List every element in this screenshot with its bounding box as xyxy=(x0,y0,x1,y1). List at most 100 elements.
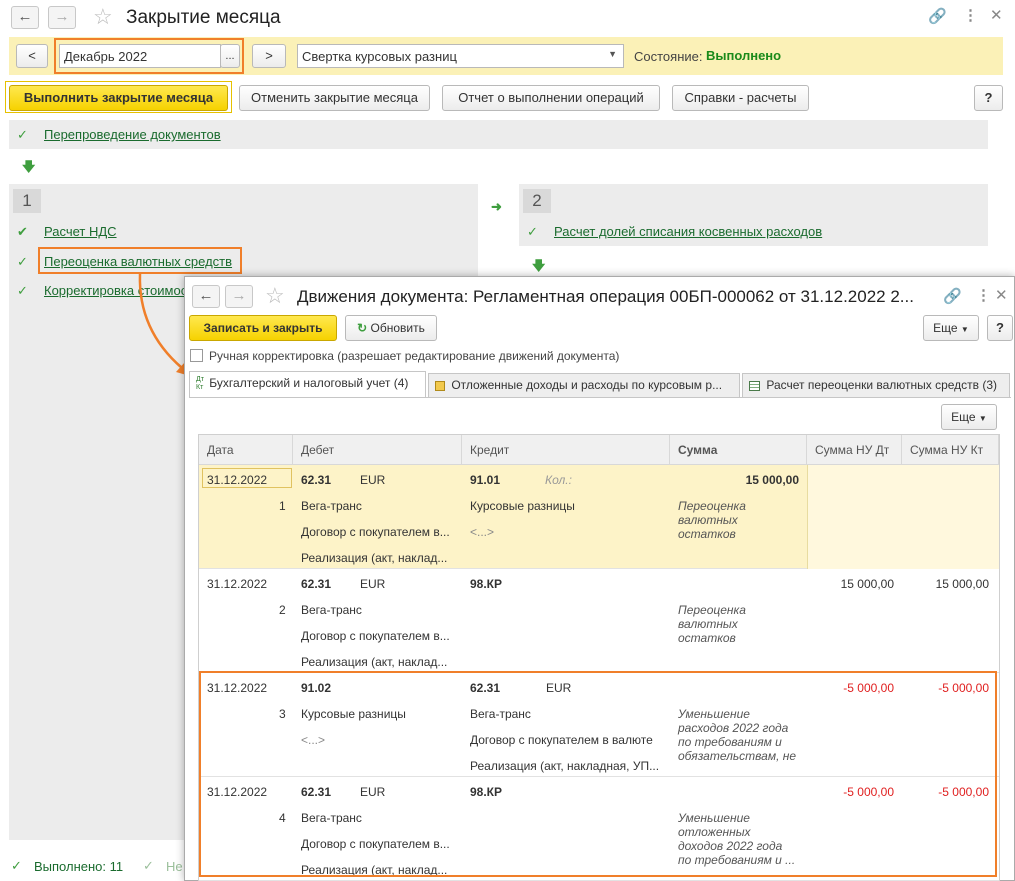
rows-highlight xyxy=(199,671,997,877)
footer-other: Не xyxy=(166,859,183,874)
step-indirect-costs-link[interactable]: Расчет долей списания косвенных расходов xyxy=(554,224,822,239)
manual-edit-label: Ручная корректировка (разрешает редактир… xyxy=(209,349,620,363)
status-label: Состояние: xyxy=(634,49,703,64)
col-credit[interactable]: Кредит xyxy=(462,435,670,465)
dt-kt-icon: Дт Кт xyxy=(196,375,204,391)
tab-revaluation-label: Расчет переоценки валютных средств (3) xyxy=(766,378,998,392)
dt-sub: Реализация (акт, наклад... xyxy=(301,551,448,565)
col-debit[interactable]: Дебет xyxy=(293,435,462,465)
row-date: 31.12.2022 xyxy=(207,577,268,591)
check-icon: ✓ xyxy=(143,858,154,873)
table-icon xyxy=(749,380,760,391)
col-date[interactable]: Дата xyxy=(199,435,293,465)
tab-accounting-label: Бухгалтерский и налоговый учет (4) xyxy=(209,376,409,390)
forward-button[interactable]: → xyxy=(48,6,76,29)
check-icon: ✓ xyxy=(11,858,22,873)
kt-sub: Курсовые разницы xyxy=(470,499,575,513)
report-button[interactable]: Отчет о выполнении операций xyxy=(442,85,660,111)
close-icon[interactable]: ✕ xyxy=(995,286,1008,304)
step-revaluation-link[interactable]: Переоценка валютных средств xyxy=(44,254,232,269)
period-input[interactable]: Декабрь 2022 xyxy=(59,44,221,68)
more-vertical-icon[interactable]: ⋮ xyxy=(976,286,991,304)
col-nu-kt[interactable]: Сумма НУ Кт xyxy=(902,435,999,465)
kt-qty: Кол.: xyxy=(545,473,572,487)
dialog-help-button[interactable]: ? xyxy=(987,315,1013,341)
document-movements-dialog: ← → ☆ Движения документа: Регламентная о… xyxy=(184,276,1015,881)
back-button[interactable]: ← xyxy=(11,6,39,29)
row-num: 1 xyxy=(279,499,286,513)
row-date: 31.12.2022 xyxy=(207,473,268,487)
cancel-closing-button[interactable]: Отменить закрытие месяца xyxy=(239,85,430,111)
col-nu-dt[interactable]: Сумма НУ Дт xyxy=(807,435,902,465)
dialog-title: Движения документа: Регламентная операци… xyxy=(297,287,914,306)
run-closing-button[interactable]: Выполнить закрытие месяца xyxy=(9,85,228,111)
table-row[interactable]: 31.12.2022 2 62.31 EUR Вега-транс Догово… xyxy=(199,569,999,673)
period-select-button[interactable]: ... xyxy=(220,44,240,68)
status-value: Выполнено xyxy=(706,48,782,63)
window-title: Закрытие месяца xyxy=(126,7,281,28)
more-vertical-icon[interactable]: ⋮ xyxy=(963,6,978,24)
check-icon: ✔ xyxy=(17,224,28,239)
dt-currency: EUR xyxy=(360,473,386,487)
save-close-button[interactable]: Записать и закрыть xyxy=(189,315,337,341)
operation-value: Свертка курсовых разниц xyxy=(302,49,457,64)
arrow-left-icon: ← xyxy=(17,8,33,25)
refresh-button[interactable]: ↻ Обновить xyxy=(345,315,437,341)
help-button[interactable]: ? xyxy=(974,85,1003,111)
kt-account: 91.01 xyxy=(470,473,501,487)
dt-sub: Договор с покупателем в... xyxy=(301,525,450,539)
tab-accounting[interactable]: Дт Кт Бухгалтерский и налоговый учет (4) xyxy=(189,371,426,397)
refresh-label: Обновить xyxy=(370,321,425,335)
star-icon[interactable]: ☆ xyxy=(93,6,113,28)
forward-button[interactable]: → xyxy=(225,285,253,308)
tab-underline xyxy=(189,397,1011,398)
arrow-right-icon: ➜ xyxy=(491,199,502,214)
arrow-left-icon: ← xyxy=(198,287,214,304)
operation-select[interactable]: Свертка курсовых разниц ▼ xyxy=(297,44,624,68)
check-icon: ✓ xyxy=(527,224,538,239)
table-row[interactable]: 31.12.2022 1 62.31 EUR Вега-транс Догово… xyxy=(199,465,999,569)
refs-button[interactable]: Справки - расчеты xyxy=(672,85,809,111)
group1-number: 1 xyxy=(13,189,41,213)
next-period-button[interactable]: > xyxy=(252,44,286,68)
manual-edit-checkbox[interactable] xyxy=(190,349,203,362)
dt-currency: EUR xyxy=(360,577,386,591)
back-button[interactable]: ← xyxy=(192,285,220,308)
link-icon[interactable]: 🔗 xyxy=(928,7,947,25)
dt-sub: Реализация (акт, наклад... xyxy=(301,655,448,669)
group2-number: 2 xyxy=(523,189,551,213)
check-icon: ✓ xyxy=(17,254,28,269)
table-more-button[interactable]: Еще ▼ xyxy=(941,404,997,430)
arrow-down-icon: 🡇 xyxy=(22,159,36,174)
link-icon[interactable]: 🔗 xyxy=(943,287,962,305)
row-sum: 15 000,00 xyxy=(745,473,799,487)
chevron-down-icon: ▼ xyxy=(978,414,987,423)
tab-deferred[interactable]: Отложенные доходы и расходы по курсовым … xyxy=(428,373,740,397)
row-nu-dt: 15 000,00 xyxy=(840,577,894,591)
chevron-down-icon: ▼ xyxy=(960,325,969,334)
register-icon xyxy=(435,380,445,391)
check-icon: ✓ xyxy=(17,127,28,142)
more-label: Еще xyxy=(933,321,958,335)
more-button[interactable]: Еще ▼ xyxy=(923,315,979,341)
row-nu-kt: 15 000,00 xyxy=(935,577,989,591)
dt-sub: Вега-транс xyxy=(301,499,362,513)
tab-revaluation[interactable]: Расчет переоценки валютных средств (3) xyxy=(742,373,1010,397)
col-sum[interactable]: Сумма xyxy=(670,435,807,465)
step-reposting-link[interactable]: Перепроведение документов xyxy=(44,127,221,142)
row-content: Переоценка валютных остатков xyxy=(678,499,746,541)
tab-deferred-label: Отложенные доходы и расходы по курсовым … xyxy=(451,378,723,392)
arrow-right-icon: → xyxy=(54,8,70,25)
dt-account: 62.31 xyxy=(301,473,332,487)
footer-done: Выполнено: 11 xyxy=(34,859,124,874)
prev-period-button[interactable]: < xyxy=(16,44,48,68)
arrow-right-icon: → xyxy=(231,287,247,304)
dropdown-icon: ▼ xyxy=(608,49,617,59)
row-num: 2 xyxy=(279,603,286,617)
close-icon[interactable]: ✕ xyxy=(990,6,1003,24)
refresh-icon: ↻ xyxy=(357,321,368,335)
row-content: Переоценка валютных остатков xyxy=(678,603,746,645)
table-more-label: Еще xyxy=(951,410,976,424)
step-vat-link[interactable]: Расчет НДС xyxy=(44,224,117,239)
star-icon[interactable]: ☆ xyxy=(265,285,285,307)
